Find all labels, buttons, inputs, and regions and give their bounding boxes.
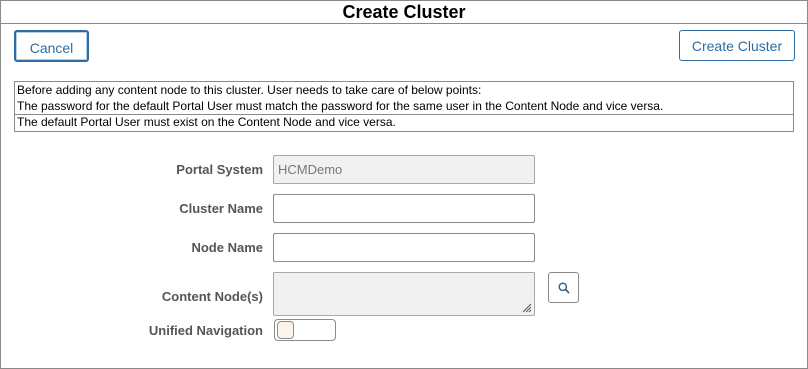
create-cluster-button[interactable]: Create Cluster bbox=[679, 30, 795, 61]
content-nodes-label: Content Node(s) bbox=[161, 289, 263, 304]
unified-navigation-toggle[interactable] bbox=[274, 319, 336, 341]
dialog-title: Create Cluster bbox=[342, 2, 466, 22]
content-nodes-textarea[interactable] bbox=[273, 272, 535, 316]
cancel-button[interactable]: Cancel bbox=[14, 30, 89, 62]
dialog-titlebar: Create Cluster bbox=[1, 1, 807, 24]
portal-system-label: Portal System bbox=[176, 162, 263, 177]
node-name-input[interactable] bbox=[273, 233, 535, 262]
resize-grip-icon[interactable] bbox=[522, 303, 532, 313]
node-name-label: Node Name bbox=[191, 240, 263, 255]
search-icon bbox=[558, 282, 570, 294]
cluster-name-input[interactable] bbox=[273, 194, 535, 223]
notice-line-intro: Before adding any content node to this c… bbox=[17, 83, 482, 97]
unified-navigation-label: Unified Navigation bbox=[148, 323, 263, 338]
notice-box: Before adding any content node to this c… bbox=[14, 81, 794, 132]
notice-line-password: The password for the default Portal User… bbox=[17, 99, 664, 113]
toggle-knob bbox=[277, 321, 294, 339]
portal-system-field: HCMDemo bbox=[273, 155, 535, 184]
notice-line-user: The default Portal User must exist on th… bbox=[15, 114, 793, 130]
content-nodes-lookup-button[interactable] bbox=[548, 272, 579, 303]
cluster-name-label: Cluster Name bbox=[179, 201, 263, 216]
create-cluster-dialog: Create Cluster Cancel Create Cluster Bef… bbox=[0, 0, 808, 369]
